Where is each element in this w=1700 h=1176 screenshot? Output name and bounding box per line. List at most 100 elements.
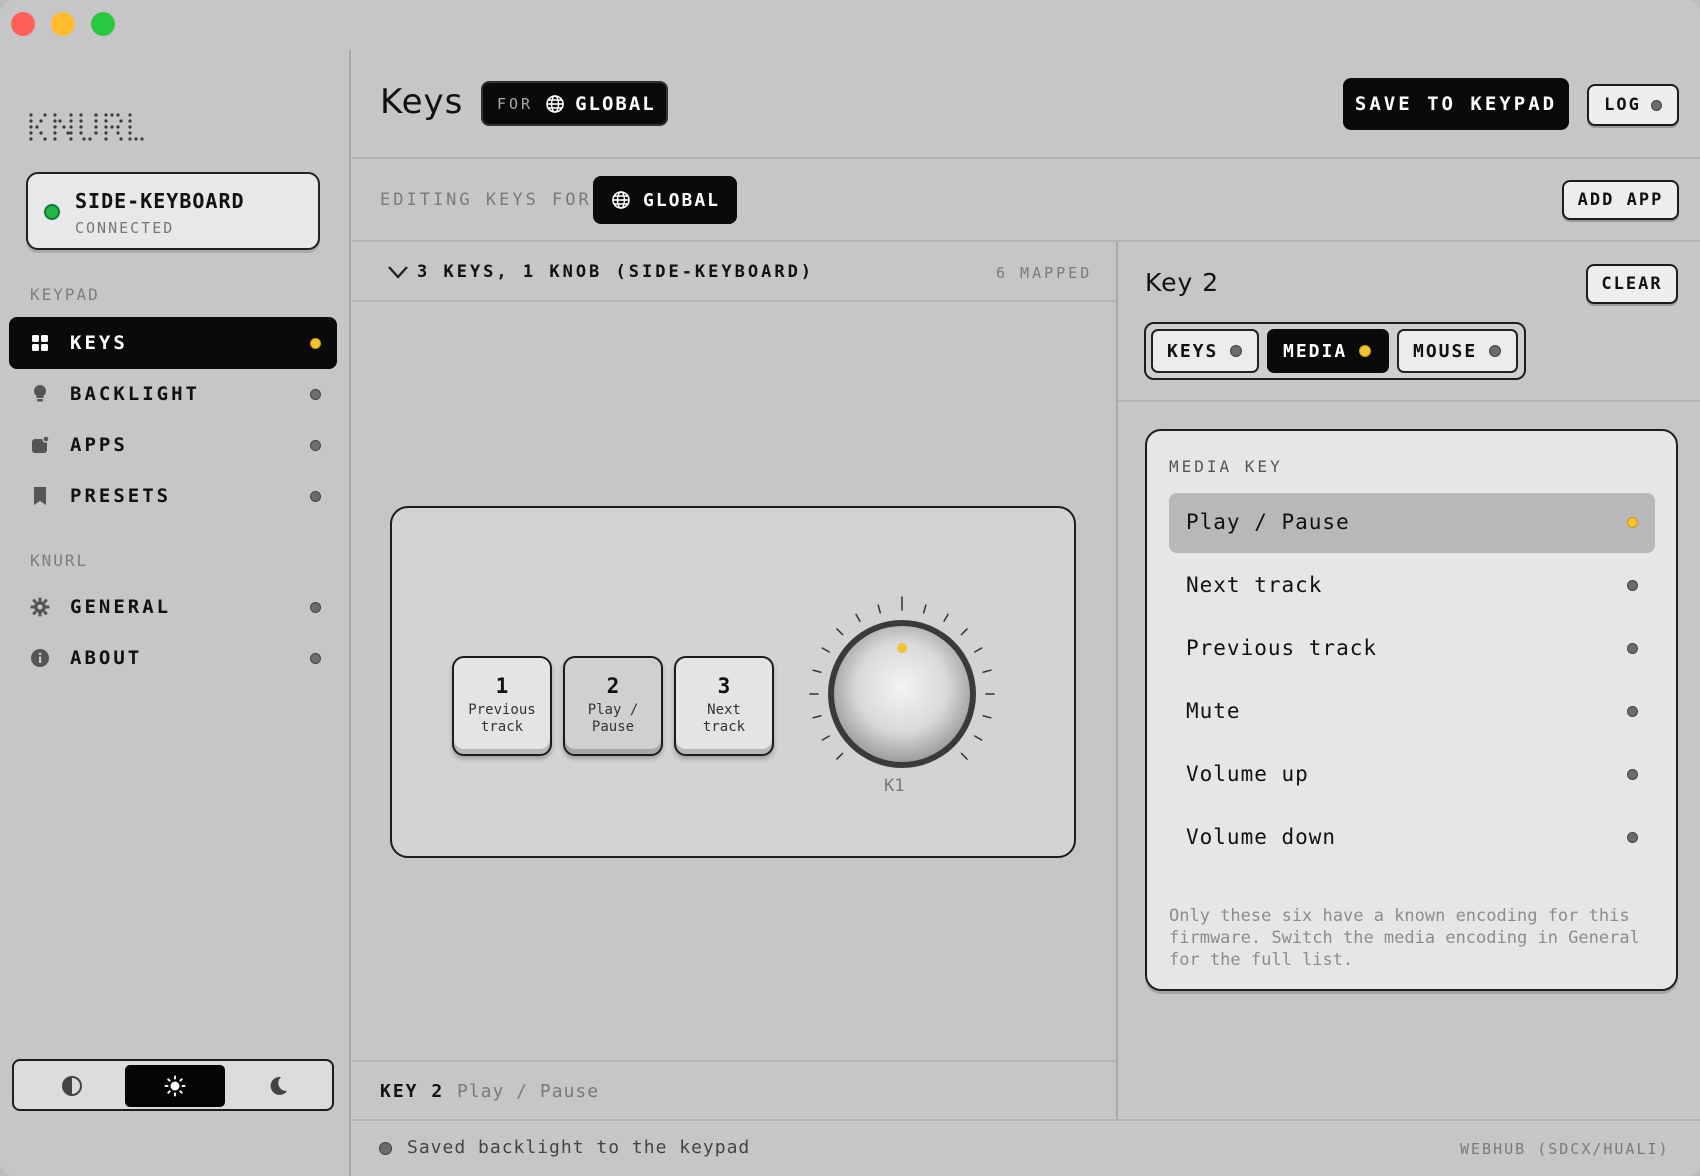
layout-summary[interactable]: 3 KEYS, 1 KNOB (SIDE-KEYBOARD) [417,262,814,282]
sidebar-item-label: KEYS [70,332,128,354]
keycap-1[interactable]: 1 Previous track [452,656,552,756]
media-option-play-pause[interactable]: Play / Pause [1169,493,1655,553]
keycap-action: Play / Pause [587,702,639,735]
sidebar-item-keys[interactable]: KEYS [9,317,337,369]
selected-key-label: KEY 2 [380,1081,445,1102]
contrast-icon [62,1076,82,1096]
indicator-dot [1627,580,1638,591]
keycap-number: 1 [495,674,509,698]
page-title: Keys [380,82,464,122]
knob-tick [821,735,831,741]
sidebar-item-presets[interactable]: PRESETS [9,470,337,522]
theme-dark-button[interactable] [228,1065,328,1107]
active-indicator-dot [310,338,321,349]
divider [352,157,1700,159]
option-label: Next track [1186,573,1323,597]
keycap-2[interactable]: 2 Play / Pause [563,656,663,756]
sidebar-item-label: PRESETS [70,485,172,507]
keycap-3[interactable]: 3 Next track [674,656,774,756]
indicator-dot [1627,769,1638,780]
indicator-dot [1627,643,1638,654]
scope-badge[interactable]: FOR GLOBAL [481,81,668,126]
tab-label: MEDIA [1283,340,1348,362]
bulb-icon [33,384,47,402]
media-option-previous-track[interactable]: Previous track [1169,619,1655,679]
status-right-text: WEBHUB (SDCX/HUALI) [1460,1140,1670,1158]
grid-icon [32,335,48,351]
divider [352,1119,1700,1121]
scope-name: GLOBAL [575,92,656,115]
sidebar-item-label: ABOUT [70,647,143,669]
option-label: Previous track [1186,636,1378,660]
mapped-count: 6 MAPPED [996,264,1093,282]
divider [1118,400,1700,402]
theme-light-button[interactable] [125,1065,225,1107]
sidebar-item-label: BACKLIGHT [70,383,200,405]
mapping-type-tabs: KEYS MEDIA MOUSE [1144,322,1526,380]
tab-keys[interactable]: KEYS [1151,329,1259,373]
knob-tick [836,752,844,760]
status-message: Saved backlight to the keypad [407,1137,751,1158]
sidebar-item-about[interactable]: ABOUT [9,632,337,684]
knurl-logo-icon [29,113,144,141]
knob-tick [836,628,844,636]
media-option-volume-up[interactable]: Volume up [1169,745,1655,805]
keycap-number: 3 [717,674,731,698]
tab-media[interactable]: MEDIA [1267,329,1389,373]
knob-tick [973,735,983,741]
globe-icon [612,191,630,209]
theme-auto-button[interactable] [22,1065,122,1107]
key-detail-title: Key 2 [1145,268,1220,297]
minimize-window-button[interactable] [51,12,75,36]
keycap-action: Previous track [468,702,536,735]
sidebar-item-backlight[interactable]: BACKLIGHT [9,368,337,420]
gear-icon [30,597,50,617]
theme-switcher [12,1059,334,1111]
sidebar-item-apps[interactable]: APPS [9,419,337,471]
editing-scope-badge[interactable]: GLOBAL [593,176,737,224]
media-option-mute[interactable]: Mute [1169,682,1655,742]
device-name: SIDE-KEYBOARD [75,189,245,213]
moon-icon [270,1076,287,1095]
indicator-dot [310,653,321,664]
knob-k1[interactable] [802,594,1002,794]
chevron-down-icon[interactable] [387,264,409,280]
selected-indicator-dot [1627,517,1638,528]
tab-label: KEYS [1167,340,1219,362]
option-label: Mute [1186,699,1241,723]
tab-mouse[interactable]: MOUSE [1397,329,1518,373]
clear-button[interactable]: CLEAR [1586,264,1678,304]
section-knurl-label: KNURL [30,551,89,570]
indicator-dot [310,602,321,613]
save-to-keypad-button[interactable]: SAVE TO KEYPAD [1343,78,1569,130]
apps-icon [32,435,50,453]
option-label: Play / Pause [1186,510,1350,534]
connected-status-dot [44,204,60,220]
tab-indicator-dot [1230,345,1243,357]
media-option-next-track[interactable]: Next track [1169,556,1655,616]
log-button-label: LOG [1604,95,1641,115]
tab-indicator-dot [1359,345,1372,357]
media-key-card: MEDIA KEY Play / Pause Next track Previo… [1145,429,1678,991]
option-label: Volume down [1186,825,1337,849]
knob-tick [982,669,992,674]
keycap-action: Next track [702,702,746,735]
knob-tick [960,628,968,636]
knob-tick [812,714,822,719]
indicator-dot [310,491,321,502]
knob-tick [960,752,968,760]
media-encoding-note: Only these six have a known encoding for… [1169,906,1640,970]
log-indicator-dot [1650,99,1662,111]
add-app-button[interactable]: ADD APP [1562,180,1679,220]
device-card[interactable]: SIDE-KEYBOARD CONNECTED [26,172,320,250]
media-option-volume-down[interactable]: Volume down [1169,808,1655,868]
divider [352,300,1116,302]
close-window-button[interactable] [11,12,35,36]
knob-tick [812,669,822,674]
editing-scope-name: GLOBAL [643,189,721,211]
selected-key-value: Play / Pause [457,1081,600,1102]
zoom-window-button[interactable] [91,12,115,36]
sidebar-item-general[interactable]: GENERAL [9,581,337,633]
log-button[interactable]: LOG [1587,84,1679,126]
indicator-dot [1627,832,1638,843]
